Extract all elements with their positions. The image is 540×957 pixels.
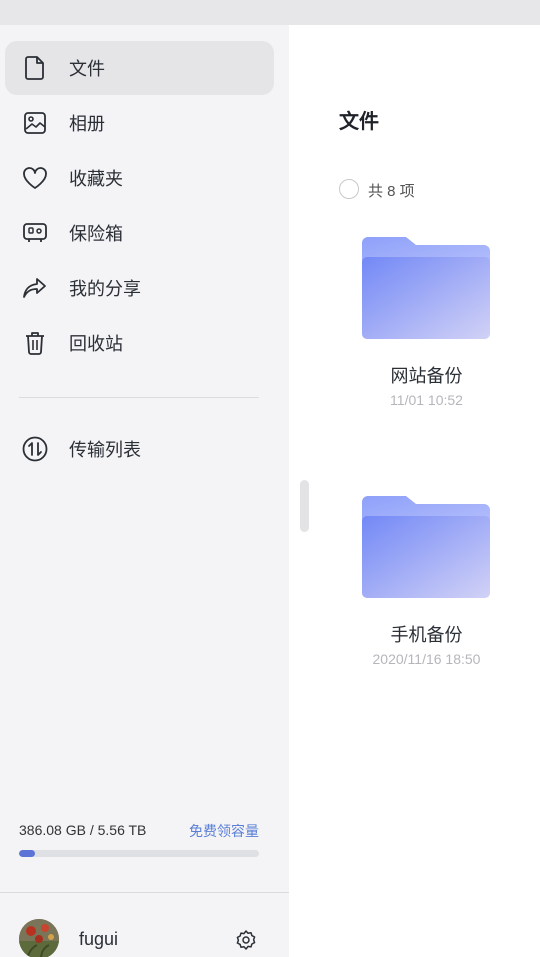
- user-divider: [0, 892, 289, 893]
- file-name: 网站备份: [390, 366, 463, 386]
- photo-icon: [22, 110, 48, 136]
- username: fugui: [79, 929, 119, 949]
- storage-usage-text: 386.08 GB / 5.56 TB: [19, 822, 147, 838]
- sidebar: 文件 相册 收藏夹 保险箱 我的分享 回收站 传输列表 386.08 GB / …: [0, 25, 289, 957]
- trash-icon: [22, 330, 48, 356]
- storage-progress-fill: [19, 850, 36, 857]
- transfer-icon: [22, 436, 48, 462]
- folder-icon: [362, 496, 490, 598]
- free-capacity-link[interactable]: 免费领容量: [189, 821, 259, 841]
- storage-progress-bar: [19, 850, 259, 857]
- sidebar-item-trash[interactable]: 回收站: [5, 316, 274, 370]
- file-item[interactable]: 网站备份 11/01 10:52: [349, 235, 504, 415]
- sidebar-item-files[interactable]: 文件: [5, 41, 274, 95]
- sidebar-item-label: 文件: [69, 59, 105, 79]
- page-title: 文件: [339, 111, 379, 133]
- sidebar-item-label: 保险箱: [69, 224, 123, 244]
- file-item[interactable]: 手机备份 2020/11/16 18:50: [349, 494, 504, 674]
- sidebar-item-label: 收藏夹: [69, 169, 123, 189]
- sidebar-item-transfer-list[interactable]: 传输列表: [5, 422, 274, 476]
- sidebar-item-safe[interactable]: 保险箱: [5, 206, 274, 260]
- sidebar-item-label: 回收站: [69, 334, 123, 354]
- sidebar-item-my-share[interactable]: 我的分享: [5, 261, 274, 315]
- heart-icon: [22, 165, 48, 191]
- file-name: 手机备份: [390, 625, 463, 645]
- sidebar-divider: [19, 397, 259, 398]
- sidebar-item-label: 传输列表: [69, 440, 141, 460]
- share-icon: [22, 275, 48, 301]
- window-top-bar: [0, 0, 540, 25]
- safe-icon: [22, 220, 48, 246]
- avatar[interactable]: [19, 919, 59, 957]
- sidebar-item-favorites[interactable]: 收藏夹: [5, 151, 274, 205]
- settings-icon[interactable]: [234, 928, 258, 952]
- file-date: 2020/11/16 18:50: [372, 651, 481, 667]
- file-icon: [22, 55, 48, 81]
- select-all-checkbox[interactable]: [339, 179, 359, 199]
- main-content: 文件 共 8 项 网站备份 11/01 10:52 手机备份 2020/11/1…: [289, 25, 540, 957]
- folder-icon: [362, 237, 490, 339]
- sidebar-item-label: 我的分享: [69, 279, 141, 299]
- file-date: 11/01 10:52: [390, 392, 463, 408]
- scrollbar-handle[interactable]: [300, 480, 309, 532]
- sidebar-item-label: 相册: [69, 114, 105, 134]
- item-count: 共 8 项: [368, 183, 415, 200]
- sidebar-item-album[interactable]: 相册: [5, 96, 274, 150]
